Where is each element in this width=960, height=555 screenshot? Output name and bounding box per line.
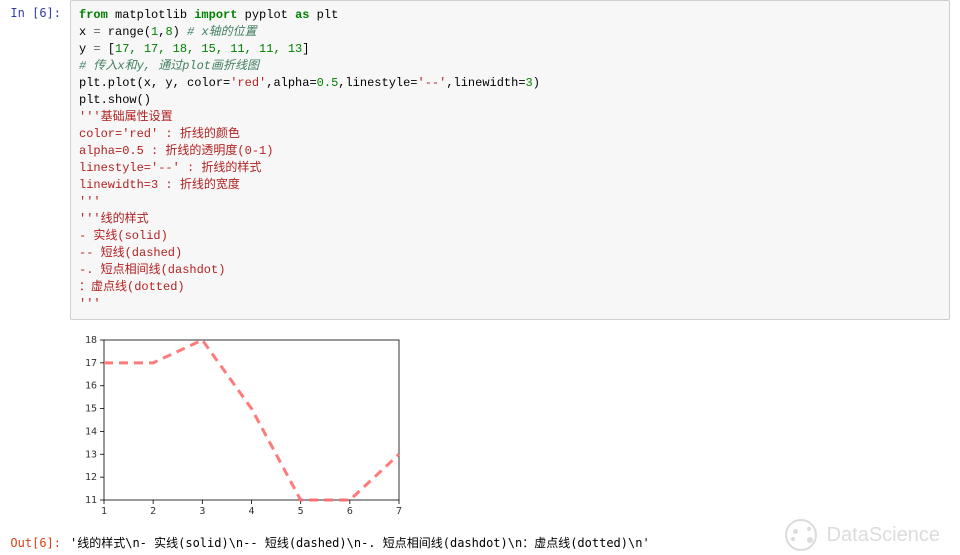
chart-output: 12345671112131415161718 <box>72 328 960 530</box>
output-prompt: Out[6]: <box>0 530 70 550</box>
svg-text:15: 15 <box>85 404 97 415</box>
svg-text:11: 11 <box>85 495 97 506</box>
svg-text:12: 12 <box>85 472 97 483</box>
code-line-18: ''' <box>79 296 941 313</box>
svg-text:2: 2 <box>150 506 156 517</box>
line-chart: 12345671112131415161718 <box>72 332 407 522</box>
svg-text:17: 17 <box>85 358 97 369</box>
svg-text:7: 7 <box>396 506 402 517</box>
code-line-14: - 实线(solid) <box>79 228 941 245</box>
svg-text:16: 16 <box>85 381 97 392</box>
svg-text:1: 1 <box>101 506 107 517</box>
svg-text:4: 4 <box>248 506 254 517</box>
code-line-9: alpha=0.5 : 折线的透明度(0-1) <box>79 143 941 160</box>
code-line-17: ：虚点线(dotted) <box>79 279 941 296</box>
code-line-8: color='red' : 折线的颜色 <box>79 126 941 143</box>
watermark-label: DataScience <box>827 524 940 547</box>
svg-text:14: 14 <box>85 426 97 437</box>
code-line-11: linewidth=3 : 折线的宽度 <box>79 177 941 194</box>
input-prompt: In [6]: <box>0 0 70 20</box>
code-line-6: plt.show() <box>79 92 941 109</box>
code-line-12: ''' <box>79 194 941 211</box>
code-line-2: x = range(1,8) # x轴的位置 <box>79 24 941 41</box>
svg-text:5: 5 <box>298 506 304 517</box>
code-line-15: -- 短线(dashed) <box>79 245 941 262</box>
code-line-5: plt.plot(x, y, color='red',alpha=0.5,lin… <box>79 75 941 92</box>
code-line-1: from matplotlib import pyplot as plt <box>79 7 941 24</box>
code-line-13: '''线的样式 <box>79 211 941 228</box>
svg-text:3: 3 <box>199 506 205 517</box>
svg-text:13: 13 <box>85 449 97 460</box>
input-cell: In [6]: from matplotlib import pyplot as… <box>0 0 960 320</box>
code-line-10: linestyle='--' : 折线的样式 <box>79 160 941 177</box>
code-line-4: # 传入x和y, 通过plot画折线图 <box>79 58 941 75</box>
svg-text:18: 18 <box>85 335 97 346</box>
watermark: DataScience <box>785 519 940 551</box>
code-line-3: y = [17, 17, 18, 15, 11, 11, 13] <box>79 41 941 58</box>
code-input-area[interactable]: from matplotlib import pyplot as plt x =… <box>70 0 950 320</box>
code-line-16: -. 短点相间线(dashdot) <box>79 262 941 279</box>
code-line-7: '''基础属性设置 <box>79 109 941 126</box>
watermark-icon <box>785 519 817 551</box>
svg-text:6: 6 <box>347 506 353 517</box>
